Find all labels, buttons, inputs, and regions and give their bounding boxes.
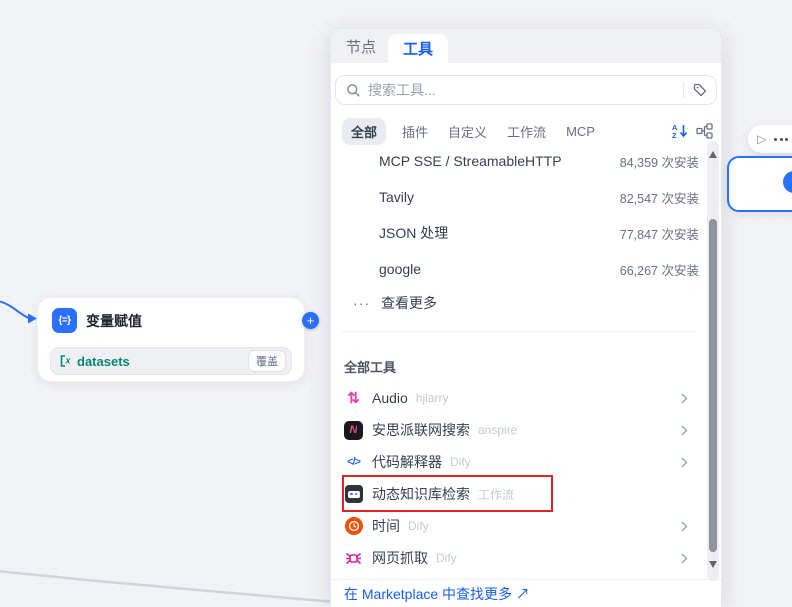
add-node-button[interactable]: + [302,312,319,329]
tree-view-icon[interactable] [696,123,713,139]
tool-row-code-interpreter[interactable]: </> 代码解释器 Dify [331,446,699,478]
install-count: 77,847 次安装 [620,224,699,243]
variable-icon: x [59,354,73,368]
install-count: 66,267 次安装 [620,260,699,279]
panel-footer: 在 Marketplace 中查找更多 ↗ [331,579,721,607]
tool-author: hjlarry [416,391,449,405]
more-actions-icon[interactable] [774,138,788,141]
sort-az-icon[interactable]: A Z [671,123,689,139]
popular-tools-list: MCP SSE / StreamableHTTP 84,359 次安装 Tavi… [331,143,699,319]
chevron-right-icon [681,425,688,436]
list-item[interactable]: MCP SSE / StreamableHTTP 84,359 次安装 [331,143,699,179]
show-more-label: 查看更多 [381,293,437,313]
all-tools-list: ⇅ Audio hjlarry N 安思派联网搜索 anspire </> 代码… [331,382,699,574]
tool-row-anspire-search[interactable]: N 安思派联网搜索 anspire [331,414,699,446]
tool-author: anspire [478,423,517,437]
filter-mcp[interactable]: MCP [564,120,597,143]
filter-plugins[interactable]: 插件 [400,118,430,145]
list-item[interactable]: JSON 处理 77,847 次安装 [331,215,699,251]
variable-assigner-icon: {=} [52,308,77,333]
node-actions-pill: ▷ [748,125,792,153]
variable-chip[interactable]: x datasets 覆盖 [50,347,292,375]
code-icon: </> [344,453,363,472]
tool-name: MCP SSE / StreamableHTTP [379,153,562,169]
install-count: 82,547 次安装 [620,188,699,207]
scrollbar-thumb[interactable] [709,219,717,552]
tool-name: Audio [372,390,408,406]
divider [683,82,684,98]
show-more-button[interactable]: ··· 查看更多 [331,287,699,319]
tag-filter-icon[interactable] [692,82,708,98]
chevron-right-icon [681,393,688,404]
filter-all[interactable]: 全部 [342,118,386,145]
tool-author: Dify [450,455,471,469]
tool-name: Tavily [379,189,414,205]
play-icon[interactable]: ▷ [757,132,766,146]
tool-row-dynamic-knowledge-retrieval[interactable]: 动态知识库检索 工作流 [331,478,699,510]
svg-text:x: x [65,356,72,366]
scroll-down-arrow[interactable] [709,561,717,568]
all-tools-section-title: 全部工具 [344,357,396,376]
variable-name: datasets [77,354,130,369]
scroll-up-arrow[interactable] [709,151,717,158]
chevron-right-icon [681,521,688,532]
list-item[interactable]: google 66,267 次安装 [331,251,699,287]
overwrite-badge: 覆盖 [248,350,286,372]
divider [342,331,697,332]
tool-name: google [379,261,421,277]
tool-name: 网页抓取 [372,548,428,568]
svg-text:Z: Z [672,131,677,139]
audio-icon: ⇅ [344,389,363,408]
ellipsis-icon: ··· [353,295,370,311]
node-title: 变量赋值 [86,311,142,331]
tool-name: 时间 [372,516,400,536]
anspire-icon: N [344,421,363,440]
tab-tools[interactable]: 工具 [388,34,448,63]
node-icon [783,171,792,193]
tool-row-web-scraper[interactable]: 网页抓取 Dify [331,542,699,574]
marketplace-link[interactable]: 在 Marketplace 中查找更多 ↗ [344,584,530,604]
tool-name: 代码解释器 [372,452,442,472]
tool-search-bar[interactable] [335,75,717,105]
tool-name: 安思派联网搜索 [372,420,470,440]
tool-author: Dify [436,551,457,565]
tool-author: 工作流 [478,486,514,503]
search-icon [346,83,361,98]
list-item[interactable]: Tavily 82,547 次安装 [331,179,699,215]
tool-author: Dify [408,519,429,533]
tool-row-audio[interactable]: ⇅ Audio hjlarry [331,382,699,414]
tool-name: JSON 处理 [379,223,448,243]
filter-row: 全部 插件 自定义 工作流 MCP A Z [342,118,713,144]
tool-row-time[interactable]: 时间 Dify [331,510,699,542]
selected-node-partial[interactable] [727,156,792,212]
web-scraper-icon [345,551,362,566]
filter-workflow[interactable]: 工作流 [505,118,548,145]
install-count: 84,359 次安装 [620,152,699,171]
clock-icon [345,517,363,535]
tool-name: 动态知识库检索 [372,484,470,504]
filter-custom[interactable]: 自定义 [446,118,489,145]
tab-nodes[interactable]: 节点 [334,29,388,63]
tools-panel: 节点 工具 全部 插件 自定义 工作流 MCP A Z [330,28,722,607]
chevron-right-icon [681,553,688,564]
panel-tabs: 节点 工具 [331,29,721,63]
robot-icon [345,485,363,503]
variable-assigner-node[interactable]: {=} 变量赋值 + x datasets 覆盖 [37,297,305,382]
chevron-right-icon [681,457,688,468]
search-input[interactable] [368,82,675,98]
